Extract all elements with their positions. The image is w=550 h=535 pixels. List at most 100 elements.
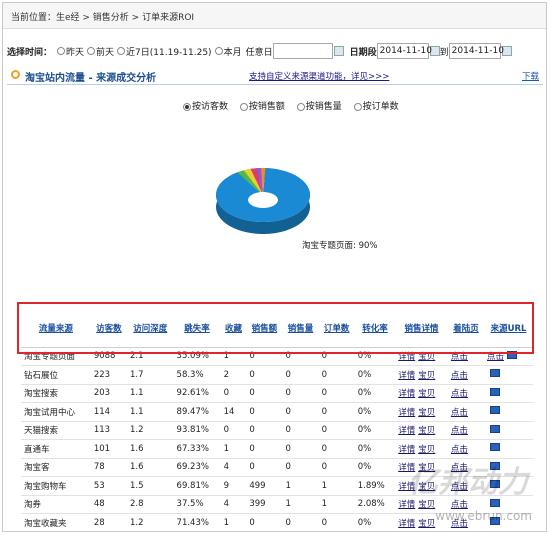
radio-by-visitors[interactable] bbox=[183, 102, 191, 111]
detail-link[interactable]: 详情 bbox=[398, 389, 415, 399]
detail-link[interactable]: 详情 bbox=[398, 371, 415, 381]
landing-page-link[interactable]: 点击 bbox=[447, 365, 485, 385]
column-header[interactable]: 销售额 bbox=[246, 311, 283, 348]
radio-yesterday[interactable] bbox=[57, 47, 66, 55]
table-cell: 0 bbox=[318, 421, 355, 440]
mail-icon[interactable] bbox=[490, 387, 501, 396]
table-cell: 0 bbox=[282, 402, 319, 422]
source-url-link[interactable]: 点击 bbox=[487, 352, 504, 362]
option-by-visitors-label: 按访客数 bbox=[192, 102, 229, 112]
time-filter: 选择时间： 昨天 前天 近7日(11.19-11.25) 本月 任意日 日期段 … bbox=[7, 41, 546, 61]
table-cell: 0 bbox=[246, 421, 283, 440]
table-cell: 2.08% bbox=[354, 495, 396, 514]
table-cell: 0 bbox=[318, 513, 355, 531]
table-cell: 0 bbox=[282, 384, 319, 403]
column-header[interactable]: 销售详情 bbox=[395, 311, 448, 348]
radio-last-7-days[interactable] bbox=[117, 47, 126, 55]
table-cell: 0 bbox=[246, 402, 283, 422]
section-bullet-icon bbox=[11, 70, 20, 79]
table-cell: 淘宝搜索 bbox=[21, 384, 91, 403]
sales-detail-cell: 详情 宝贝 bbox=[395, 384, 448, 403]
mail-icon[interactable] bbox=[490, 443, 501, 452]
mail-icon[interactable] bbox=[507, 351, 518, 360]
baby-link[interactable]: 宝贝 bbox=[418, 389, 435, 399]
detail-link[interactable]: 详情 bbox=[398, 500, 415, 510]
mail-icon[interactable] bbox=[490, 369, 501, 378]
table-cell: 0% bbox=[354, 402, 396, 422]
landing-page-link[interactable]: 点击 bbox=[447, 347, 485, 366]
table-cell: 0% bbox=[354, 365, 396, 385]
column-header[interactable]: 订单数 bbox=[318, 311, 355, 348]
table-cell: 0 bbox=[246, 347, 283, 366]
column-header[interactable]: 跳失率 bbox=[173, 311, 221, 348]
table-cell: 2.8 bbox=[126, 495, 174, 514]
landing-page-link[interactable]: 点击 bbox=[447, 421, 485, 440]
detail-link[interactable]: 详情 bbox=[398, 519, 415, 529]
column-header[interactable]: 销售量 bbox=[282, 311, 319, 348]
watermark-url: www.ebrun.com bbox=[435, 509, 532, 523]
source-url-cell bbox=[484, 365, 533, 385]
baby-link[interactable]: 宝贝 bbox=[418, 426, 435, 436]
baby-link[interactable]: 宝贝 bbox=[418, 500, 435, 510]
detail-link[interactable]: 详情 bbox=[398, 426, 415, 436]
table-cell: 1.1 bbox=[126, 384, 174, 403]
table-cell: 0 bbox=[246, 458, 283, 477]
column-header[interactable]: 转化率 bbox=[354, 311, 396, 348]
option-last-7-days-label: 近7日(11.19-11.25) bbox=[126, 47, 212, 58]
sales-detail-cell: 详情 宝贝 bbox=[395, 421, 448, 440]
option-yesterday-label: 昨天 bbox=[66, 47, 85, 58]
column-header[interactable]: 访客数 bbox=[90, 311, 127, 348]
table-cell: 0 bbox=[246, 365, 283, 385]
table-row: 淘宝试用中心 114 1.1 89.47% 14 0 0 0 0% 详情 宝贝 点击 bbox=[21, 402, 533, 422]
table-row: 钻石展位 223 1.7 58.3% 2 0 0 0 0% 详情 宝贝 点击 bbox=[21, 365, 533, 385]
table-cell: 0 bbox=[246, 384, 283, 403]
detail-link[interactable]: 详情 bbox=[398, 445, 415, 455]
table-cell: 1 bbox=[282, 495, 319, 514]
anyday-input[interactable] bbox=[272, 43, 333, 59]
table-cell: 9088 bbox=[90, 347, 127, 366]
table-cell: 钻石展位 bbox=[21, 365, 91, 385]
download-link[interactable]: 下载 bbox=[522, 70, 539, 82]
table-cell: 0 bbox=[318, 439, 355, 459]
detail-link[interactable]: 详情 bbox=[398, 408, 415, 418]
end-date-input[interactable]: 2014-11-10 bbox=[448, 43, 504, 59]
baby-link[interactable]: 宝贝 bbox=[418, 352, 435, 362]
landing-page-link[interactable]: 点击 bbox=[447, 402, 485, 422]
landing-page-link[interactable]: 点击 bbox=[447, 439, 485, 459]
radio-by-orders[interactable] bbox=[353, 102, 362, 111]
radio-this-month[interactable] bbox=[214, 47, 223, 55]
column-header[interactable]: 收藏 bbox=[220, 311, 247, 348]
baby-link[interactable]: 宝贝 bbox=[418, 408, 435, 418]
table-cell: 89.47% bbox=[173, 402, 221, 422]
table-cell: 37.5% bbox=[173, 495, 221, 514]
calendar-icon[interactable] bbox=[333, 46, 344, 56]
detail-link[interactable]: 详情 bbox=[398, 352, 415, 362]
column-header[interactable]: 流量来源 bbox=[21, 311, 91, 348]
table-row: 淘宝专题页面 9088 2.1 35.09% 1 0 0 0 0% 详情 宝贝 点击 点击 bbox=[21, 347, 533, 366]
landing-page-link[interactable]: 点击 bbox=[447, 384, 485, 403]
table-cell: 0 bbox=[318, 458, 355, 477]
table-cell: 淘券 bbox=[21, 495, 91, 514]
column-header[interactable]: 访问深度 bbox=[126, 311, 174, 348]
mail-icon[interactable] bbox=[490, 406, 501, 415]
table-cell: 1 bbox=[318, 476, 355, 496]
section-title: 淘宝站内流量 - 来源成交分析 bbox=[25, 73, 157, 84]
baby-link[interactable]: 宝贝 bbox=[418, 371, 435, 381]
filter-label: 选择时间： bbox=[7, 47, 53, 58]
baby-link[interactable]: 宝贝 bbox=[418, 445, 435, 455]
radio-by-quantity[interactable] bbox=[296, 102, 305, 111]
mail-icon[interactable] bbox=[490, 424, 501, 433]
sales-detail-cell: 详情 宝贝 bbox=[395, 347, 448, 366]
option-this-month-label: 本月 bbox=[223, 47, 242, 58]
radio-day-before[interactable] bbox=[87, 47, 96, 55]
table-cell: 0% bbox=[354, 384, 396, 403]
to-label: 到 bbox=[439, 47, 449, 58]
custom-source-link[interactable]: 支持自定义来源渠道功能，详见>>> bbox=[249, 70, 389, 82]
start-date-input[interactable]: 2014-11-10 bbox=[376, 43, 432, 59]
baby-link[interactable]: 宝贝 bbox=[418, 519, 435, 529]
column-header[interactable]: 来源URL bbox=[484, 311, 533, 348]
table-cell: 4 bbox=[220, 495, 247, 514]
column-header[interactable]: 着陆页 bbox=[447, 311, 485, 348]
table-cell: 0 bbox=[282, 439, 319, 459]
radio-by-sales[interactable] bbox=[239, 102, 248, 111]
